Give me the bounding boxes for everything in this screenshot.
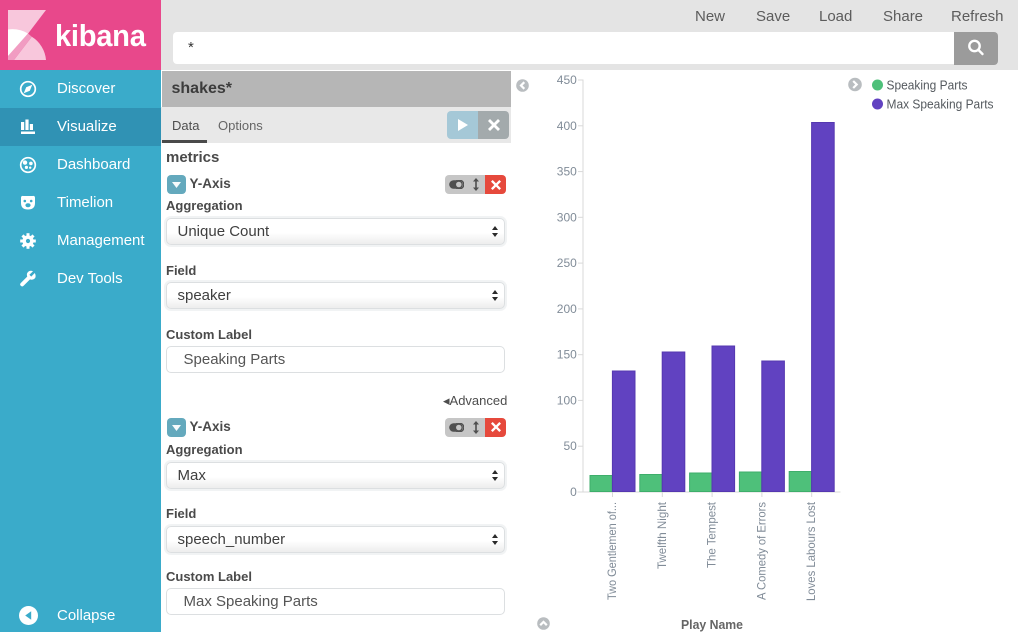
svg-text:Play Name: Play Name (681, 618, 743, 632)
svg-text:450: 450 (557, 73, 577, 87)
svg-text:300: 300 (557, 210, 577, 224)
svg-text:Two Gentlemen of...: Two Gentlemen of... (605, 502, 619, 600)
svg-text:200: 200 (557, 302, 577, 316)
svg-text:250: 250 (557, 256, 577, 270)
svg-text:350: 350 (557, 165, 577, 179)
svg-text:A Comedy of Errors: A Comedy of Errors (754, 502, 768, 600)
svg-text:100: 100 (557, 393, 577, 407)
svg-text:0: 0 (570, 485, 577, 499)
svg-text:Speaking Parts: Speaking Parts (887, 78, 968, 93)
svg-text:Twelfth Night: Twelfth Night (655, 501, 669, 569)
svg-text:The Tempest: The Tempest (705, 501, 719, 568)
svg-text:Loves Labours Lost: Loves Labours Lost (804, 501, 818, 601)
svg-text:150: 150 (557, 348, 577, 362)
svg-text:400: 400 (557, 119, 577, 133)
svg-text:50: 50 (563, 439, 577, 453)
svg-text:Max Speaking Parts: Max Speaking Parts (887, 97, 994, 112)
